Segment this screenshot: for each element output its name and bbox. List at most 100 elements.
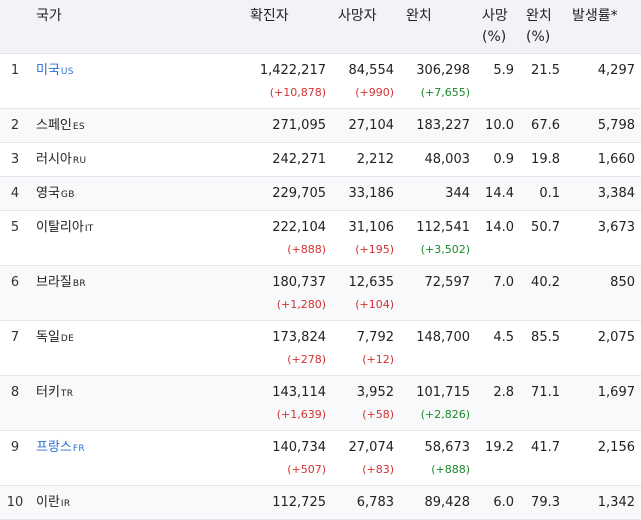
confirmed-value: 140,734 — [272, 439, 326, 455]
recovered-delta — [406, 347, 470, 353]
deaths-delta: (+195) — [355, 242, 394, 256]
recovered-value: 344 — [445, 185, 470, 201]
rank-value: 8 — [10, 384, 20, 400]
rank-cell: 7 — [0, 320, 30, 376]
table-header-row: 국가 확진자 사망자 완치 사망 (%) 완치 (%) 발생률* — [0, 0, 641, 54]
country-code: TR — [60, 388, 74, 399]
recovery-rate-value: 50.7 — [531, 219, 560, 235]
rank-value: 3 — [10, 151, 20, 167]
recovered-cell: 112,541 (+3,502) — [400, 210, 476, 266]
confirmed-delta — [250, 169, 326, 175]
country-name-text: 이탈리아 — [36, 219, 84, 235]
table-row: 10 이란IR 112,725 6,783 89,428 6.0 79.3 1,342 — [0, 485, 641, 520]
recovered-cell: 58,673 (+888) — [400, 430, 476, 486]
death-rate-cell: 19.2 — [476, 430, 520, 486]
deaths-cell: 2,212 — [332, 142, 400, 177]
death-rate-value: 14.4 — [485, 185, 514, 201]
incidence-value: 1,342 — [597, 494, 635, 510]
country-name-text[interactable]: 미국 — [36, 63, 60, 78]
deaths-value: 2,212 — [356, 151, 394, 167]
recovery-rate-value: 21.5 — [531, 62, 560, 78]
rank-cell: 3 — [0, 142, 30, 177]
confirmed-delta: (+888) — [287, 242, 326, 256]
recovered-value: 306,298 — [416, 62, 470, 78]
header-confirmed[interactable]: 확진자 — [244, 0, 332, 54]
death-rate-value: 10.0 — [485, 117, 514, 133]
header-death-rate[interactable]: 사망 (%) — [476, 0, 520, 54]
confirmed-delta: (+507) — [287, 462, 326, 476]
header-country[interactable]: 국가 — [30, 0, 244, 54]
table-row: 1 미국US 1,422,217 (+10,878) 84,554 (+990) 306,2… — [0, 53, 641, 109]
confirmed-delta: (+1,280) — [276, 297, 326, 311]
table-body: 1 미국US 1,422,217 (+10,878) 84,554 (+990) 306,2… — [0, 53, 641, 520]
recovery-rate-value: 0.1 — [539, 185, 560, 201]
deaths-cell: 7,792 (+12) — [332, 320, 400, 376]
country-name: 영국GB — [36, 177, 238, 204]
recovered-value: 183,227 — [416, 117, 470, 133]
country-name-text: 러시아 — [36, 151, 72, 167]
country-name: 터키TR — [36, 376, 238, 403]
rank-value: 6 — [10, 274, 20, 290]
confirmed-delta: (+1,639) — [276, 407, 326, 421]
rank-value: 7 — [10, 329, 20, 345]
confirmed-value: 1,422,217 — [259, 62, 326, 78]
incidence-value: 5,798 — [597, 117, 635, 133]
death-rate-cell: 14.4 — [476, 176, 520, 211]
death-rate-cell: 7.0 — [476, 265, 520, 321]
recovered-cell: 183,227 — [400, 108, 476, 143]
table-row: 9 프랑스FR 140,734 (+507) 27,074 (+83) 58,673 (+88… — [0, 430, 641, 486]
death-rate-value: 14.0 — [485, 219, 514, 235]
recovery-rate-cell: 50.7 — [520, 210, 566, 266]
recovery-rate-cell: 71.1 — [520, 375, 566, 431]
recovered-value: 148,700 — [416, 329, 470, 345]
header-deaths[interactable]: 사망자 — [332, 0, 400, 54]
deaths-delta: (+12) — [362, 352, 394, 366]
death-rate-cell: 10.0 — [476, 108, 520, 143]
country-cell[interactable]: 미국US — [30, 53, 244, 109]
country-name: 독일DE — [36, 321, 238, 348]
country-name-text[interactable]: 프랑스 — [36, 440, 72, 455]
confirmed-value: 173,824 — [272, 329, 326, 345]
incidence-value: 1,697 — [597, 384, 635, 400]
header-recovered[interactable]: 완치 — [400, 0, 476, 54]
recovered-value: 101,715 — [416, 384, 470, 400]
incidence-cell: 4,297 — [566, 53, 641, 109]
confirmed-cell: 271,095 — [244, 108, 332, 143]
country-name: 스페인ES — [36, 109, 238, 136]
deaths-cell: 33,186 — [332, 176, 400, 211]
recovered-cell: 148,700 — [400, 320, 476, 376]
deaths-delta: (+104) — [355, 297, 394, 311]
recovery-rate-cell: 67.6 — [520, 108, 566, 143]
deaths-value: 27,074 — [348, 439, 395, 455]
recovered-delta — [406, 292, 470, 298]
country-cell: 러시아RU — [30, 142, 244, 177]
table-row: 2 스페인ES 271,095 27,104 183,227 10.0 67.6 5,798 — [0, 108, 641, 143]
rank-cell: 4 — [0, 176, 30, 211]
rank-value: 4 — [10, 185, 20, 201]
confirmed-cell: 222,104 (+888) — [244, 210, 332, 266]
header-incidence[interactable]: 발생률* — [566, 0, 641, 54]
confirmed-cell: 242,271 — [244, 142, 332, 177]
incidence-cell: 1,342 — [566, 485, 641, 520]
country-cell: 이란IR — [30, 485, 244, 520]
country-cell[interactable]: 프랑스FR — [30, 430, 244, 486]
header-recovery-rate[interactable]: 완치 (%) — [520, 0, 566, 54]
country-name-text: 이란 — [36, 494, 60, 510]
recovery-rate-cell: 85.5 — [520, 320, 566, 376]
deaths-value: 84,554 — [348, 62, 395, 78]
country-cell: 영국GB — [30, 176, 244, 211]
deaths-value: 31,106 — [348, 219, 395, 235]
country-name[interactable]: 미국US — [36, 54, 238, 81]
country-code: IR — [60, 498, 71, 509]
incidence-value: 2,156 — [597, 439, 635, 455]
country-cell: 스페인ES — [30, 108, 244, 143]
incidence-cell: 1,660 — [566, 142, 641, 177]
deaths-delta — [338, 512, 394, 518]
country-name-text: 영국 — [36, 185, 60, 201]
recovered-value: 89,428 — [424, 494, 471, 510]
table-row: 5 이탈리아IT 222,104 (+888) 31,106 (+195) 112,541 (… — [0, 210, 641, 266]
country-name-text: 터키 — [36, 384, 60, 400]
country-name[interactable]: 프랑스FR — [36, 431, 238, 458]
confirmed-cell: 180,737 (+1,280) — [244, 265, 332, 321]
deaths-delta — [338, 169, 394, 175]
